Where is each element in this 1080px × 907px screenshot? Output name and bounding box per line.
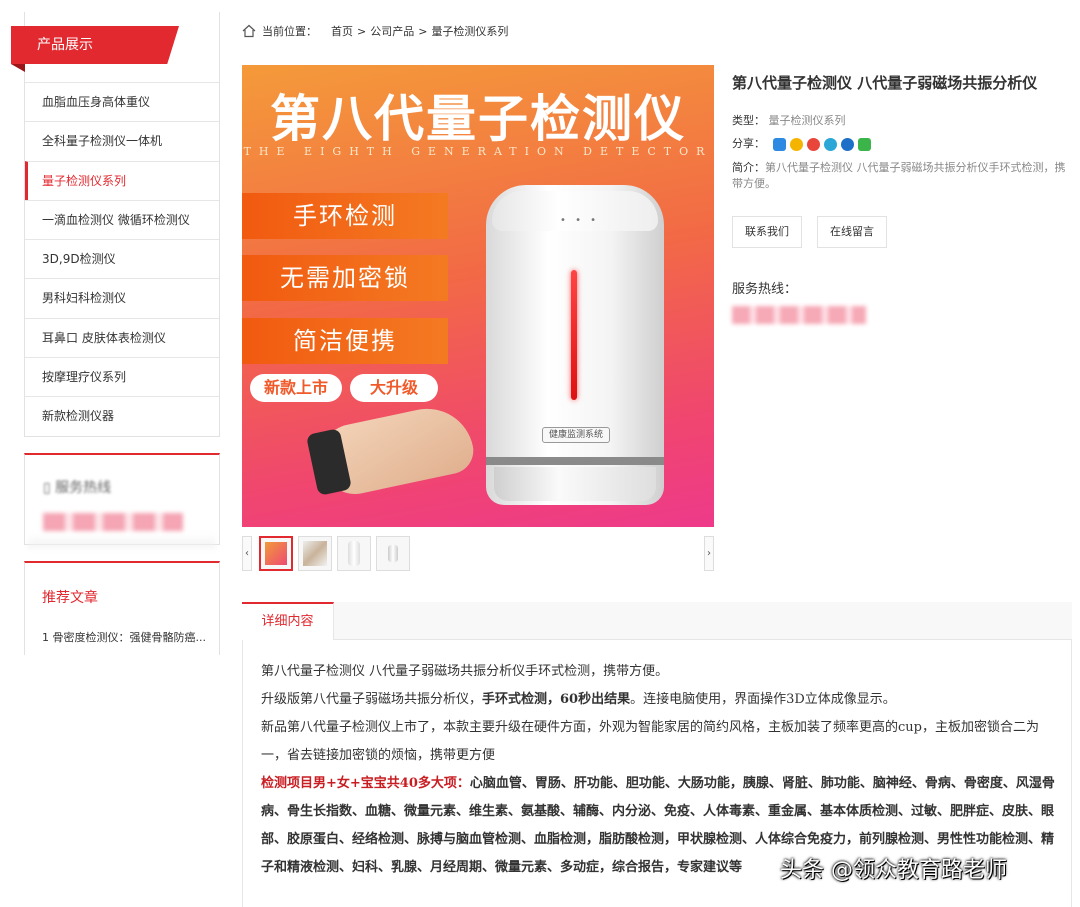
category-item[interactable]: 新款检测仪器 (25, 396, 219, 435)
detail-paragraph: 第八代量子检测仪 八代量子弱磁场共振分析仪手环式检测，携带方便。 (261, 664, 669, 679)
product-title: 第八代量子检测仪 八代量子弱磁场共振分析仪 (732, 74, 1038, 92)
panel-shadow (28, 534, 216, 548)
articles-title: 推荐文章 (42, 590, 98, 606)
qzone-icon[interactable] (772, 137, 786, 151)
device-label: 健康监测系统 (542, 427, 610, 443)
product-type-row: 类型： 量子检测仪系列 (732, 112, 846, 128)
recommended-articles-panel: 推荐文章 1 骨密度检测仪：强健骨骼防癌... (24, 561, 220, 655)
pinterest-icon[interactable] (823, 137, 837, 151)
sidebar-hotline-number-redacted (43, 513, 183, 531)
detail-items-heading: 检测项目男+女+宝宝共40多大项： (261, 776, 470, 791)
summary-label: 简介： (732, 161, 765, 174)
sidebar-hotline-title: ▯ 服务热线 (43, 480, 112, 496)
thumbnail[interactable] (337, 536, 371, 571)
weibo-icon[interactable] (806, 137, 820, 151)
device-dots: • • • (560, 215, 600, 226)
breadcrumb-home[interactable]: 首页 (331, 23, 353, 39)
product-summary: 简介：第八代量子检测仪 八代量子弱磁场共振分析仪手环式检测，携带方便。 (732, 160, 1072, 192)
thumb-next-button[interactable]: › (704, 536, 714, 571)
thumbnail[interactable] (259, 536, 293, 571)
phone-icon: ▯ (43, 480, 51, 496)
thumbnail-strip: ‹ › (242, 536, 714, 571)
image-tag: 无需加密锁 (242, 255, 448, 301)
breadcrumb-separator: > (418, 24, 428, 38)
category-item[interactable]: 血脂血压身高体重仪 (25, 82, 219, 121)
product-main-image[interactable]: 第八代量子检测仪 THE EIGHTH GENERATION DETECTOR … (242, 65, 714, 527)
category-item[interactable]: 耳鼻口 皮肤体表检测仪 (25, 317, 219, 357)
image-headline: 第八代量子检测仪 (270, 89, 686, 148)
category-item[interactable]: 按摩理疗仪系列 (25, 357, 219, 396)
device-light-bar (571, 270, 577, 400)
detail-paragraph: 新品第八代量子检测仪上市了，本款主要升级在硬件方面，外观为智能家居的简约风格，主… (261, 720, 1039, 763)
category-list: 血脂血压身高体重仪 全科量子检测仪一体机 量子检测仪系列 一滴血检测仪 微循环检… (25, 82, 219, 436)
online-message-button[interactable]: 在线留言 (817, 216, 887, 248)
category-title: 产品展示 (11, 26, 179, 64)
image-pill: 大升级 (350, 374, 439, 402)
contact-us-button[interactable]: 联系我们 (732, 216, 802, 248)
breadcrumb-current[interactable]: 量子检测仪系列 (431, 23, 508, 39)
thumbnail[interactable] (298, 536, 332, 571)
breadcrumb-company-products[interactable]: 公司产品 (370, 23, 414, 39)
star-icon[interactable] (789, 137, 803, 151)
image-subtitle: THE EIGHTH GENERATION DETECTOR (243, 145, 713, 158)
thumbnail[interactable] (376, 536, 410, 571)
device-foot (494, 467, 656, 501)
image-tag: 简洁便携 (242, 318, 448, 364)
share-label: 分享： (732, 137, 765, 150)
breadcrumb-separator: > (357, 24, 367, 38)
hotline-label: 服务热线： (732, 282, 798, 297)
category-item[interactable]: 一滴血检测仪 微循环检测仪 (25, 199, 219, 239)
breadcrumb: 当前位置： 首页 > 公司产品 > 量子检测仪系列 (242, 22, 512, 40)
tab-detail[interactable]: 详细内容 (242, 602, 334, 640)
renren-icon[interactable] (840, 137, 854, 151)
wechat-icon[interactable] (857, 137, 871, 151)
article-link[interactable]: 1 骨密度检测仪：强健骨骼防癌... (42, 629, 207, 645)
category-item-active[interactable]: 量子检测仪系列 (25, 160, 219, 200)
device-band (486, 457, 664, 465)
home-icon (242, 24, 256, 38)
share-row: 分享： (732, 135, 871, 151)
category-item[interactable]: 3D,9D检测仪 (25, 239, 219, 278)
summary-text: 第八代量子检测仪 八代量子弱磁场共振分析仪手环式检测，携带方便。 (732, 161, 1066, 190)
detail-highlight: 手环式检测，60秒出结果 (482, 692, 631, 707)
product-category-panel: 产品展示 血脂血压身高体重仪 全科量子检测仪一体机 量子检测仪系列 一滴血检测仪… (11, 12, 220, 437)
type-value-link[interactable]: 量子检测仪系列 (769, 114, 846, 127)
image-tag: 手环检测 (242, 193, 448, 239)
type-label: 类型： (732, 114, 765, 127)
ribbon-fold (11, 64, 25, 72)
detail-tabbar: 详细内容 (242, 602, 1072, 640)
hotline-number-redacted (732, 306, 866, 324)
category-item[interactable]: 男科妇科检测仪 (25, 278, 219, 317)
category-item[interactable]: 全科量子检测仪一体机 (25, 121, 219, 160)
breadcrumb-prefix: 当前位置： (262, 25, 317, 38)
detail-paragraph: 升级版第八代量子弱磁场共振分析仪，手环式检测，60秒出结果。连接电脑使用，界面操… (261, 692, 896, 707)
image-pill: 新款上市 (250, 374, 343, 402)
watermark: 头条 @领众教育路老师 (780, 858, 1007, 883)
thumb-prev-button[interactable]: ‹ (242, 536, 252, 571)
sidebar-hotline-panel: ▯ 服务热线 (24, 453, 220, 545)
device-illustration: • • • 健康监测系统 (486, 185, 664, 505)
